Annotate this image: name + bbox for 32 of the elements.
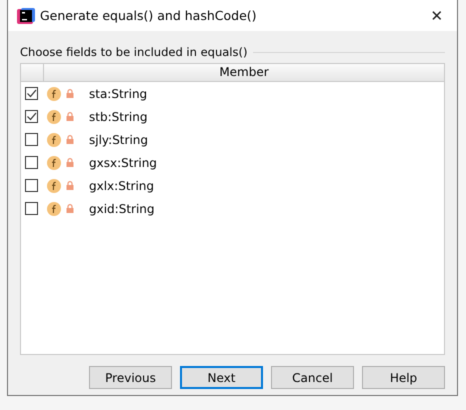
field-icon <box>47 178 61 192</box>
member-name: gxsx:String <box>89 156 157 170</box>
member-name: sta:String <box>89 86 148 100</box>
checkbox[interactable] <box>25 133 38 146</box>
lock-icon <box>66 135 74 144</box>
field-icon <box>47 132 61 146</box>
group-label: Choose fields to be included in equals() <box>20 45 248 59</box>
field-icon <box>47 202 61 216</box>
app-icon <box>17 6 35 24</box>
checkbox[interactable] <box>25 202 38 215</box>
field-icon <box>47 86 61 100</box>
lock-icon <box>66 89 74 98</box>
dialog-button[interactable]: Next <box>180 366 263 389</box>
field-icon <box>47 110 61 124</box>
lock-icon <box>66 204 74 213</box>
window-title: Generate equals() and hashCode() <box>40 8 257 23</box>
checkbox[interactable] <box>25 110 38 123</box>
member-name: stb:String <box>89 110 148 124</box>
member-name: gxid:String <box>89 202 155 216</box>
dialog-button[interactable]: Help <box>362 366 445 389</box>
checkbox[interactable] <box>25 87 38 100</box>
checkbox[interactable] <box>25 179 38 192</box>
field-icon <box>47 156 61 170</box>
checkbox[interactable] <box>25 156 38 169</box>
dialog-button[interactable]: Cancel <box>271 366 354 389</box>
lock-icon <box>66 158 74 167</box>
dialog-button[interactable]: Previous <box>89 366 172 389</box>
close-button[interactable]: ✕ <box>417 0 457 31</box>
lock-icon <box>66 112 74 121</box>
member-name: sjly:String <box>89 132 148 146</box>
lock-icon <box>66 181 74 190</box>
member-name: gxlx:String <box>89 178 154 192</box>
